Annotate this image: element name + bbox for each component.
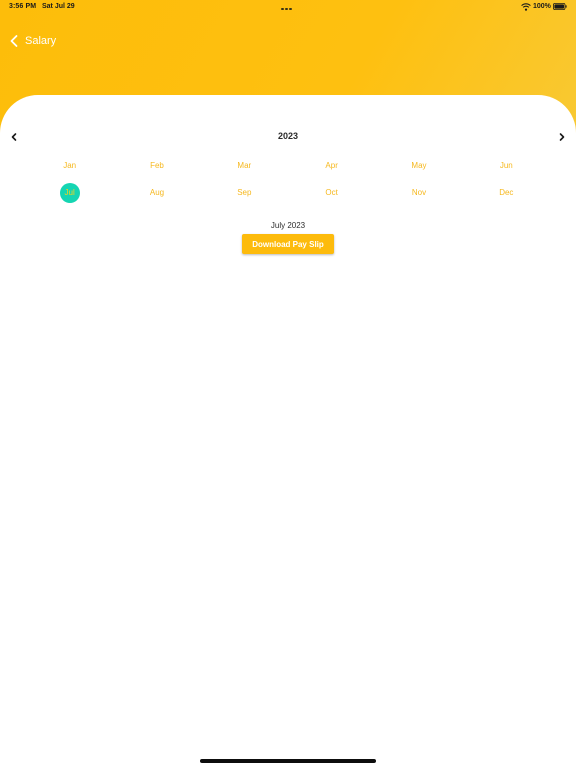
month-label: Nov	[411, 188, 427, 197]
month-jan[interactable]: Jan	[26, 152, 113, 179]
chevron-left-icon[interactable]	[8, 130, 20, 144]
month-aug[interactable]: Aug	[113, 179, 200, 206]
month-label: Mar	[237, 161, 252, 170]
month-label: Aug	[149, 188, 165, 197]
selected-period-label: July 2023	[270, 221, 306, 230]
month-label: Jan	[63, 161, 77, 170]
home-indicator	[200, 759, 376, 763]
month-label: Feb	[150, 161, 164, 170]
year-navigator: 2023	[0, 130, 576, 144]
more-dots-icon[interactable]	[281, 5, 295, 10]
month-oct[interactable]: Oct	[288, 179, 375, 206]
app-header: Salary	[8, 32, 56, 50]
month-mar[interactable]: Mar	[201, 152, 288, 179]
month-label: Jun	[499, 161, 513, 170]
month-may[interactable]: May	[375, 152, 462, 179]
month-label: Apr	[325, 161, 338, 170]
month-label: May	[411, 161, 427, 170]
status-time: 3:56 PM	[9, 3, 37, 10]
wifi-icon	[521, 3, 531, 11]
month-label: Oct	[325, 188, 338, 197]
page-title: Salary	[25, 35, 57, 47]
month-jun[interactable]: Jun	[463, 152, 550, 179]
month-label: Jul	[59, 182, 80, 203]
salary-screen: 3:56 PM Sat Jul 29 100% Salary 2023 Jan …	[0, 0, 576, 768]
month-nov[interactable]: Nov	[375, 179, 462, 206]
download-pay-slip-button[interactable]: Download Pay Slip	[242, 234, 334, 254]
month-sep[interactable]: Sep	[201, 179, 288, 206]
chevron-right-icon[interactable]	[556, 130, 568, 144]
month-grid: Jan Feb Mar Apr May Jun Jul Aug Sep Oct …	[26, 152, 550, 206]
status-date: Sat Jul 29	[42, 3, 75, 10]
status-bar: 3:56 PM Sat Jul 29 100%	[0, 0, 576, 14]
month-label: Sep	[237, 188, 252, 197]
month-jul-selected[interactable]: Jul	[26, 179, 113, 206]
battery-percentage: 100%	[533, 3, 551, 10]
year-label: 2023	[277, 131, 299, 141]
month-apr[interactable]: Apr	[288, 152, 375, 179]
battery-icon	[553, 3, 567, 10]
month-label: Dec	[499, 188, 514, 197]
month-dec[interactable]: Dec	[463, 179, 550, 206]
month-feb[interactable]: Feb	[113, 152, 200, 179]
chevron-left-icon[interactable]	[8, 34, 20, 48]
